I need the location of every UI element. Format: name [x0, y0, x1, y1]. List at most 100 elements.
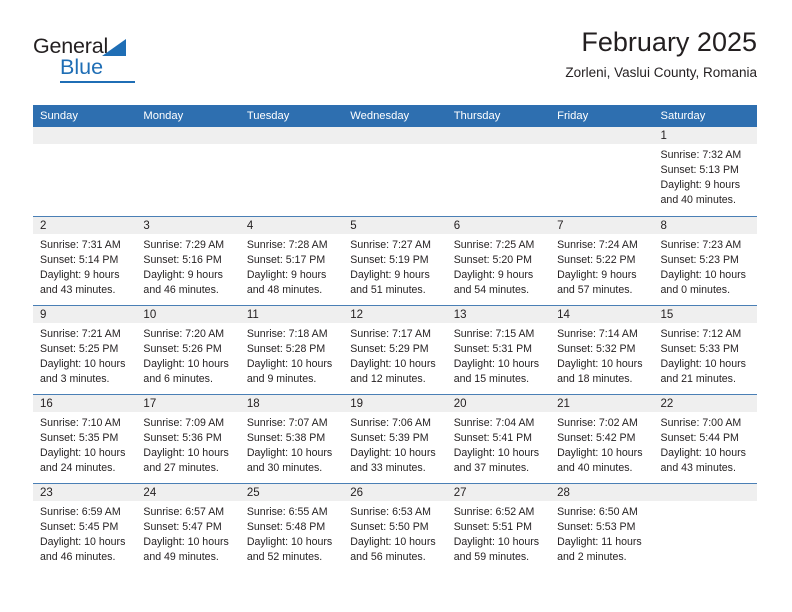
sunset-text: Sunset: 5:28 PM — [246, 342, 326, 355]
day-cell[interactable]: 6 Sunrise: 7:25 AM Sunset: 5:20 PM Dayli… — [446, 215, 551, 305]
sunset-text: Sunset: 5:39 PM — [350, 431, 429, 444]
day-number: 5 — [343, 216, 447, 234]
day-details: Sunrise: 7:23 AM Sunset: 5:23 PM Dayligh… — [654, 234, 757, 298]
calendar-page: General Blue February 2025 Zorleni, Vasl… — [0, 0, 792, 612]
sunrise-text: Sunrise: 6:57 AM — [143, 505, 225, 518]
calendar-week-row: 1 Sunrise: 7:32 AM Sunset: 5:13 PM Dayli… — [33, 127, 757, 216]
sunset-text: Sunset: 5:44 PM — [660, 431, 739, 444]
day-cell[interactable]: 7 Sunrise: 7:24 AM Sunset: 5:22 PM Dayli… — [550, 215, 654, 305]
day-cell[interactable]: 10 Sunrise: 7:20 AM Sunset: 5:26 PM Dayl… — [136, 304, 240, 394]
day-cell[interactable]: 22 Sunrise: 7:00 AM Sunset: 5:44 PM Dayl… — [653, 393, 757, 483]
day-cell[interactable] — [343, 127, 447, 216]
day-details: Sunrise: 6:57 AM Sunset: 5:47 PM Dayligh… — [136, 501, 239, 565]
daylight-text-line2: and 48 minutes. — [246, 283, 323, 296]
day-details: Sunrise: 7:31 AM Sunset: 5:14 PM Dayligh… — [33, 234, 136, 298]
day-number: 21 — [550, 394, 654, 412]
daylight-text-line2: and 27 minutes. — [143, 461, 219, 474]
day-details: Sunrise: 6:52 AM Sunset: 5:51 PM Dayligh… — [447, 501, 550, 565]
daylight-text-line1: Daylight: 9 hours — [143, 268, 223, 281]
day-number: 4 — [239, 216, 344, 234]
daylight-text-line2: and 46 minutes. — [143, 283, 219, 296]
daylight-text-line2: and 49 minutes. — [143, 550, 219, 563]
day-details: Sunrise: 7:29 AM Sunset: 5:16 PM Dayligh… — [136, 234, 239, 298]
sunrise-text: Sunrise: 7:18 AM — [246, 327, 328, 340]
day-number — [33, 127, 137, 144]
day-cell[interactable]: 5 Sunrise: 7:27 AM Sunset: 5:19 PM Dayli… — [343, 215, 447, 305]
day-details: Sunrise: 7:21 AM Sunset: 5:25 PM Dayligh… — [33, 323, 136, 387]
day-cell[interactable]: 21 Sunrise: 7:02 AM Sunset: 5:42 PM Dayl… — [550, 393, 654, 483]
day-cell[interactable]: 14 Sunrise: 7:14 AM Sunset: 5:32 PM Dayl… — [550, 304, 654, 394]
day-cell[interactable]: 12 Sunrise: 7:17 AM Sunset: 5:29 PM Dayl… — [343, 304, 447, 394]
sunset-text: Sunset: 5:42 PM — [557, 431, 636, 444]
calendar-header-row: Sunday Monday Tuesday Wednesday Thursday… — [33, 105, 757, 127]
sunset-text: Sunset: 5:17 PM — [246, 253, 326, 266]
daylight-text-line1: Daylight: 9 hours — [557, 268, 637, 281]
sunset-text: Sunset: 5:36 PM — [143, 431, 222, 444]
page-subtitle: Zorleni, Vaslui County, Romania — [565, 65, 757, 81]
daylight-text-line1: Daylight: 10 hours — [453, 446, 540, 459]
day-cell[interactable] — [136, 127, 240, 216]
day-cell[interactable]: 20 Sunrise: 7:04 AM Sunset: 5:41 PM Dayl… — [446, 393, 551, 483]
day-details: Sunrise: 6:55 AM Sunset: 5:48 PM Dayligh… — [240, 501, 343, 565]
page-title: February 2025 — [581, 27, 757, 57]
day-number — [550, 127, 654, 144]
daylight-text-line1: Daylight: 10 hours — [350, 535, 436, 548]
day-number: 16 — [33, 394, 137, 412]
day-cell[interactable]: 17 Sunrise: 7:09 AM Sunset: 5:36 PM Dayl… — [136, 393, 240, 483]
day-cell[interactable] — [239, 127, 344, 216]
day-cell[interactable]: 1 Sunrise: 7:32 AM Sunset: 5:13 PM Dayli… — [653, 127, 757, 216]
day-cell[interactable]: 24 Sunrise: 6:57 AM Sunset: 5:47 PM Dayl… — [136, 482, 240, 572]
daylight-text-line1: Daylight: 10 hours — [246, 357, 333, 370]
day-cell[interactable]: 13 Sunrise: 7:15 AM Sunset: 5:31 PM Dayl… — [446, 304, 551, 394]
title-block: February 2025 Zorleni, Vaslui County, Ro… — [565, 27, 757, 81]
day-number: 25 — [239, 483, 344, 501]
sunrise-text: Sunrise: 7:06 AM — [350, 416, 431, 429]
daylight-text-line2: and 37 minutes. — [453, 461, 530, 474]
sunset-text: Sunset: 5:14 PM — [40, 253, 119, 266]
day-number: 20 — [446, 394, 551, 412]
calendar-week-row: 16 Sunrise: 7:10 AM Sunset: 5:35 PM Dayl… — [33, 393, 757, 483]
weekday-header-saturday: Saturday — [653, 105, 757, 127]
sunrise-text: Sunrise: 7:12 AM — [660, 327, 742, 340]
day-cell[interactable]: 28 Sunrise: 6:50 AM Sunset: 5:53 PM Dayl… — [550, 482, 654, 572]
sunset-text: Sunset: 5:19 PM — [350, 253, 429, 266]
sunset-text: Sunset: 5:53 PM — [557, 520, 636, 533]
day-cell[interactable]: 19 Sunrise: 7:06 AM Sunset: 5:39 PM Dayl… — [343, 393, 447, 483]
daylight-text-line1: Daylight: 10 hours — [350, 446, 436, 459]
day-details: Sunrise: 6:53 AM Sunset: 5:50 PM Dayligh… — [343, 501, 446, 565]
day-cell[interactable] — [550, 127, 654, 216]
sunrise-text: Sunrise: 7:23 AM — [660, 238, 742, 251]
sunrise-text: Sunrise: 7:20 AM — [143, 327, 225, 340]
day-cell[interactable]: 16 Sunrise: 7:10 AM Sunset: 5:35 PM Dayl… — [33, 393, 137, 483]
day-details: Sunrise: 7:17 AM Sunset: 5:29 PM Dayligh… — [343, 323, 446, 387]
day-cell[interactable] — [446, 127, 551, 216]
day-cell[interactable]: 15 Sunrise: 7:12 AM Sunset: 5:33 PM Dayl… — [653, 304, 757, 394]
day-cell[interactable]: 3 Sunrise: 7:29 AM Sunset: 5:16 PM Dayli… — [136, 215, 240, 305]
day-details: Sunrise: 7:20 AM Sunset: 5:26 PM Dayligh… — [136, 323, 239, 387]
day-cell[interactable]: 27 Sunrise: 6:52 AM Sunset: 5:51 PM Dayl… — [446, 482, 551, 572]
sunrise-text: Sunrise: 7:24 AM — [557, 238, 638, 251]
day-cell[interactable] — [33, 127, 137, 216]
day-cell[interactable]: 4 Sunrise: 7:28 AM Sunset: 5:17 PM Dayli… — [239, 215, 344, 305]
day-cell[interactable]: 25 Sunrise: 6:55 AM Sunset: 5:48 PM Dayl… — [239, 482, 344, 572]
day-cell[interactable]: 8 Sunrise: 7:23 AM Sunset: 5:23 PM Dayli… — [653, 215, 757, 305]
day-number: 2 — [33, 216, 137, 234]
daylight-text-line2: and 33 minutes. — [350, 461, 426, 474]
day-cell[interactable] — [653, 482, 757, 572]
day-cell[interactable]: 26 Sunrise: 6:53 AM Sunset: 5:50 PM Dayl… — [343, 482, 447, 572]
calendar-body: 1 Sunrise: 7:32 AM Sunset: 5:13 PM Dayli… — [33, 127, 757, 572]
day-cell[interactable]: 18 Sunrise: 7:07 AM Sunset: 5:38 PM Dayl… — [239, 393, 344, 483]
day-number: 7 — [550, 216, 654, 234]
day-cell[interactable]: 2 Sunrise: 7:31 AM Sunset: 5:14 PM Dayli… — [33, 215, 137, 305]
daylight-text-line2: and 56 minutes. — [350, 550, 426, 563]
sunrise-text: Sunrise: 7:17 AM — [350, 327, 431, 340]
day-cell[interactable]: 11 Sunrise: 7:18 AM Sunset: 5:28 PM Dayl… — [239, 304, 344, 394]
day-number: 23 — [33, 483, 137, 501]
daylight-text-line1: Daylight: 10 hours — [246, 446, 333, 459]
daylight-text-line2: and 57 minutes. — [557, 283, 633, 296]
day-details: Sunrise: 7:18 AM Sunset: 5:28 PM Dayligh… — [240, 323, 343, 387]
day-cell[interactable]: 9 Sunrise: 7:21 AM Sunset: 5:25 PM Dayli… — [33, 304, 137, 394]
day-cell[interactable]: 23 Sunrise: 6:59 AM Sunset: 5:45 PM Dayl… — [33, 482, 137, 572]
sunrise-text: Sunrise: 7:02 AM — [557, 416, 638, 429]
sunset-text: Sunset: 5:51 PM — [453, 520, 533, 533]
